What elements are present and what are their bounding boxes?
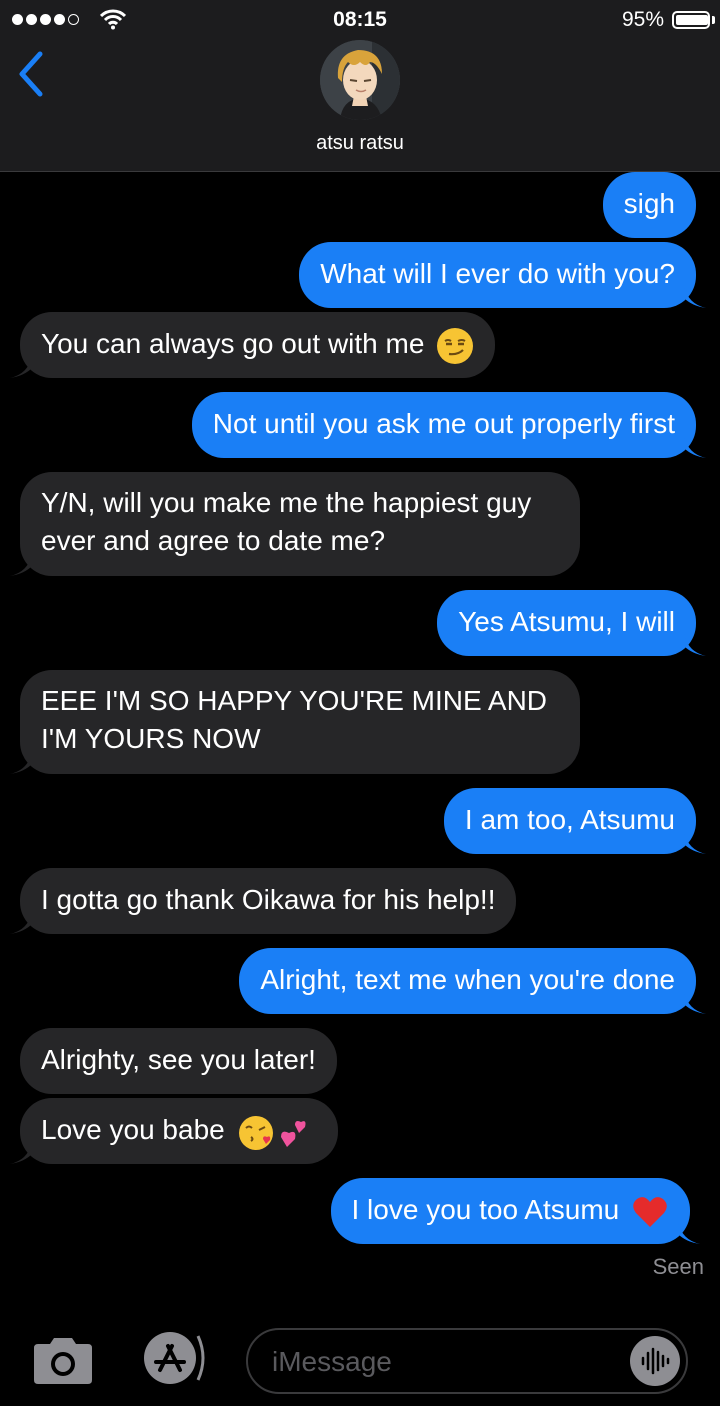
conversation-header: 08:15 95% atsu ratsu — [0, 0, 720, 172]
message-bubble-incoming[interactable]: I gotta go thank Oikawa for his help!! — [10, 868, 517, 934]
app-store-icon[interactable] — [134, 1330, 206, 1386]
message-bubble-incoming[interactable]: EEE I'M SO HAPPY YOU'RE MINE AND I'M YOU… — [10, 670, 580, 774]
message-text: I gotta go thank Oikawa for his help!! — [41, 884, 496, 915]
contact-name[interactable]: atsu ratsu — [0, 132, 720, 155]
message-text: Not until you ask me out properly first — [212, 408, 675, 439]
avatar-portrait — [320, 40, 400, 120]
message-bubble-outgoing[interactable]: I am too, Atsumu — [443, 788, 706, 854]
bubble-tail — [10, 554, 32, 576]
message-text: I am too, Atsumu — [464, 804, 675, 835]
back-chevron-icon[interactable] — [14, 50, 50, 98]
status-bar: 08:15 95% — [0, 0, 720, 40]
battery-icon — [672, 11, 710, 29]
voice-waveform-icon — [641, 1347, 670, 1375]
camera-icon[interactable] — [32, 1336, 94, 1386]
message-bubble-outgoing[interactable]: Alright, text me when you're done — [239, 948, 706, 1014]
battery-percentage: 95% — [621, 8, 664, 31]
message-text: Love you babe — [41, 1114, 225, 1145]
bubble-tail — [10, 356, 32, 378]
message-bubble-incoming[interactable]: Alrighty, see you later! — [20, 1028, 337, 1094]
bubble-tail — [684, 992, 706, 1014]
message-input-placeholder: iMessage — [272, 1346, 392, 1377]
bubble-tail — [10, 1142, 32, 1164]
voice-message-button[interactable] — [630, 1336, 680, 1386]
message-text: EEE I'M SO HAPPY YOU'RE MINE AND I'M YOU… — [41, 685, 548, 754]
red-heart-emoji-icon — [633, 1196, 667, 1227]
bubble-tail — [678, 1222, 700, 1244]
battery-tip — [712, 16, 715, 24]
bubble-tail — [10, 912, 32, 934]
contact-avatar[interactable] — [320, 40, 400, 120]
message-text: Alrighty, see you later! — [41, 1044, 316, 1075]
message-bubble-outgoing[interactable]: What will I ever do with you? — [299, 242, 706, 308]
message-bubble-incoming[interactable]: Y/N, will you make me the happiest guy e… — [10, 472, 580, 576]
compose-bar: iMessage — [0, 1316, 720, 1406]
message-text: Y/N, will you make me the happiest guy e… — [41, 487, 532, 556]
message-bubble-outgoing[interactable]: I love you too Atsumu — [330, 1178, 700, 1244]
message-text: You can always go out with me — [41, 328, 425, 359]
bubble-tail — [684, 634, 706, 656]
smirk-emoji-icon — [437, 327, 474, 364]
message-text: What will I ever do with you? — [320, 258, 675, 289]
message-input-field[interactable]: iMessage — [246, 1328, 688, 1394]
message-text: sigh — [623, 188, 675, 219]
message-bubble-outgoing[interactable]: sigh — [602, 172, 696, 238]
message-text: Alright, text me when you're done — [260, 964, 675, 995]
bubble-tail — [684, 436, 706, 458]
bubble-tail — [10, 752, 32, 774]
message-text: Yes Atsumu, I will — [458, 606, 675, 637]
message-bubble-incoming[interactable]: You can always go out with me — [10, 312, 496, 378]
message-text: I love you too Atsumu — [351, 1194, 620, 1225]
kiss-hearts-emoji-icon — [238, 1115, 305, 1150]
bubble-tail — [684, 286, 706, 308]
message-bubble-outgoing[interactable]: Yes Atsumu, I will — [437, 590, 706, 656]
message-bubble-outgoing[interactable]: Not until you ask me out properly first — [191, 392, 706, 458]
bubble-tail — [684, 832, 706, 854]
clock: 08:15 — [333, 8, 387, 31]
read-receipt: Seen — [652, 1254, 704, 1279]
message-bubble-incoming[interactable]: Love you babe — [10, 1098, 338, 1164]
